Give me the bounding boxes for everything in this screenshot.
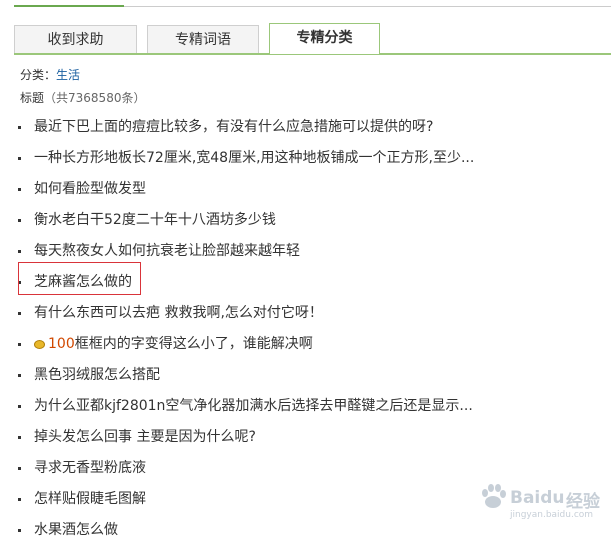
list-item: 最近下巴上面的痘痘比较多，有没有什么应急措施可以提供的呀?: [18, 112, 611, 143]
list-item: 一种长方形地板长72厘米,宽48厘米,用这种地板铺成一个正方形,至少...: [18, 143, 611, 174]
question-link[interactable]: 怎样贴假睫毛图解: [34, 484, 146, 515]
question-link[interactable]: 为什么亚都kjf2801n空气净化器加满水后选择去甲醛键之后还是显示...: [34, 391, 473, 422]
bullet-dot: [18, 126, 21, 129]
question-link[interactable]: 一种长方形地板长72厘米,宽48厘米,用这种地板铺成一个正方形,至少...: [34, 143, 474, 174]
question-link[interactable]: 衡水老白干52度二十年十八酒坊多少钱: [34, 205, 276, 236]
category-line: 分类：生活: [20, 66, 80, 83]
bullet-dot: [18, 312, 21, 315]
bullet-dot: [18, 498, 21, 501]
question-link[interactable]: 有什么东西可以去疤 救救我啊,怎么对付它呀！: [34, 298, 323, 329]
list-item: 黑色羽绒服怎么搭配: [18, 360, 611, 391]
watermark-cn: 经验: [566, 492, 600, 512]
title-count-line: 标题（共7368580条）: [20, 89, 145, 106]
category-value[interactable]: 生活: [56, 68, 80, 82]
bullet-dot: [18, 467, 21, 470]
reward-points: 100: [48, 336, 75, 352]
tab-expert-category[interactable]: 专精分类: [269, 23, 380, 54]
bullet-dot: [18, 343, 21, 346]
title-count: （共7368580条）: [44, 91, 146, 105]
tab-bar: 收到求助 专精词语 专精分类: [14, 23, 611, 56]
bullet-dot: [18, 157, 21, 160]
list-item: 为什么亚都kjf2801n空气净化器加满水后选择去甲醛键之后还是显示...: [18, 391, 611, 422]
question-link-reward[interactable]: 100框框内的字变得这么小了，谁能解决啊: [34, 329, 313, 360]
coin-icon: [34, 339, 45, 349]
highlight-box: [18, 262, 141, 295]
bullet-dot: [18, 374, 21, 377]
question-link[interactable]: 最近下巴上面的痘痘比较多，有没有什么应急措施可以提供的呀?: [34, 112, 433, 143]
question-link[interactable]: 寻求无香型粉底液: [34, 453, 146, 484]
title-label: 标题: [20, 91, 45, 105]
top-divider: [124, 6, 611, 7]
tab-received-help[interactable]: 收到求助: [14, 25, 137, 53]
list-item: 100框框内的字变得这么小了，谁能解决啊: [18, 329, 611, 360]
question-text: 框框内的字变得这么小了，谁能解决啊: [74, 336, 313, 352]
category-label: 分类：: [20, 68, 57, 82]
bullet-dot: [18, 219, 21, 222]
bullet-dot: [18, 405, 21, 408]
paw-icon: [482, 484, 506, 508]
list-item: 如何看脸型做发型: [18, 174, 611, 205]
list-item: 有什么东西可以去疤 救救我啊,怎么对付它呀！: [18, 298, 611, 329]
bullet-dot: [18, 188, 21, 191]
list-item: 掉头发怎么回事 主要是因为什么呢?: [18, 422, 611, 453]
tab-expert-words[interactable]: 专精词语: [147, 25, 259, 53]
bullet-dot: [18, 436, 21, 439]
question-link[interactable]: 如何看脸型做发型: [34, 174, 146, 205]
watermark-url: jingyan.baidu.com: [510, 510, 594, 520]
watermark-brand: Baidu: [510, 488, 565, 508]
top-accent-line: [14, 5, 124, 7]
question-link[interactable]: 黑色羽绒服怎么搭配: [34, 360, 160, 391]
baidu-jingyan-watermark: Baidu 经验 jingyan.baidu.com: [478, 478, 610, 523]
list-item: 衡水老白干52度二十年十八酒坊多少钱: [18, 205, 611, 236]
bullet-dot: [18, 250, 21, 253]
question-link[interactable]: 掉头发怎么回事 主要是因为什么呢?: [34, 422, 256, 453]
